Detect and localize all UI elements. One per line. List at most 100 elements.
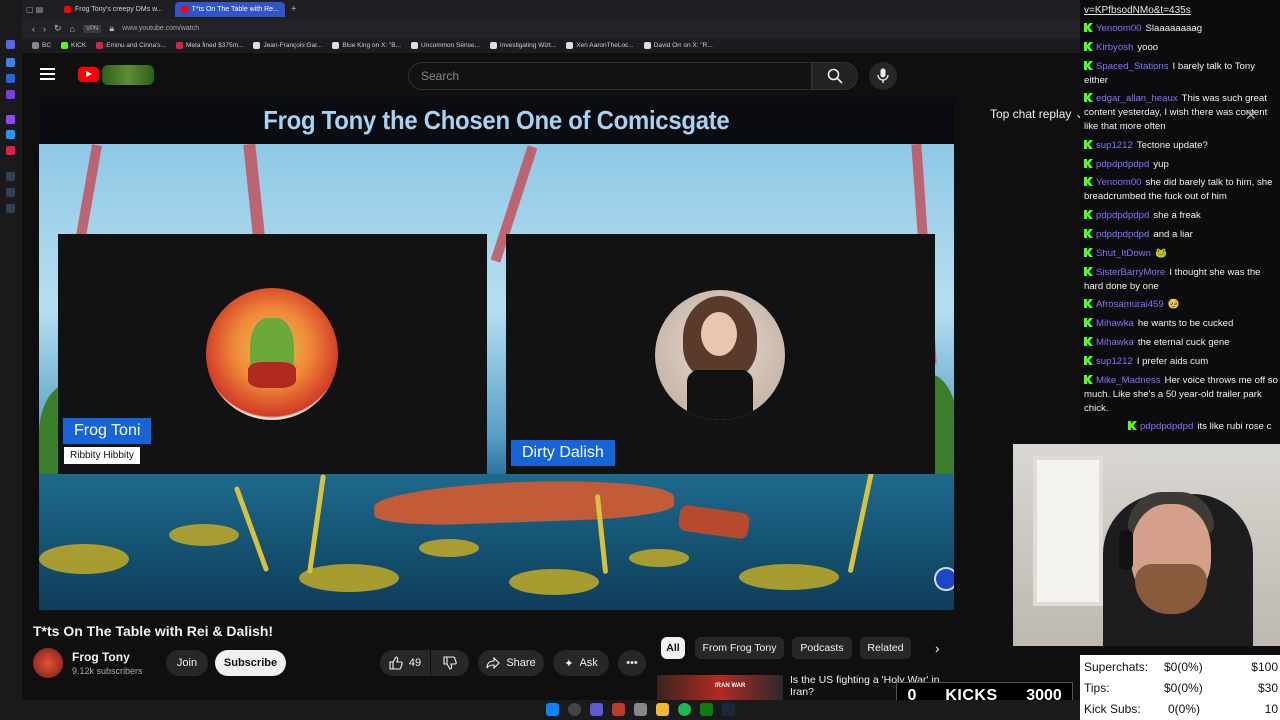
ask-button[interactable]: ✦ Ask [553, 650, 609, 676]
chat-message: Yenoom00 Slaaaaaaaag [1084, 22, 1280, 36]
window-controls-icon[interactable]: ▢ ▤ [26, 5, 52, 14]
share-button[interactable]: Share [478, 650, 544, 676]
stat-row-kick-subs: Kick Subs: 0(0%) 10 [1084, 702, 1278, 716]
home-icon[interactable]: ⌂ [70, 24, 75, 34]
new-tab-icon[interactable]: + [291, 4, 297, 15]
address-bar: ‹ › ↻ ⌂ VPN 🔒︎ www.youtube.com/watch [22, 19, 1080, 38]
app-icon[interactable] [6, 172, 15, 181]
spotify-icon[interactable] [678, 703, 691, 716]
search-button[interactable] [812, 62, 858, 90]
menu-icon[interactable] [40, 68, 55, 80]
join-button[interactable]: Join [166, 650, 208, 676]
bookmark-item[interactable]: Investigating Wizt... [489, 42, 556, 49]
bookmark-item[interactable]: KICK [61, 42, 86, 49]
bookmark-item[interactable]: Xen AaronTheLoc... [566, 42, 634, 49]
chat-username[interactable]: pdpdpdpdpd [1096, 229, 1149, 240]
chat-username[interactable]: Mihawka [1096, 337, 1134, 348]
chat-username[interactable]: edgar_allan_heaux [1096, 93, 1178, 104]
reload-icon[interactable]: ↻ [54, 23, 62, 34]
app-icon[interactable] [6, 146, 15, 155]
search-input[interactable]: Search [408, 62, 812, 90]
chip-related[interactable]: Related [860, 637, 911, 659]
browser-sidebar [0, 0, 22, 700]
chat-username[interactable]: Yenoom00 [1096, 177, 1142, 188]
lily-pad [509, 569, 599, 595]
bookmark-item[interactable]: Uncommon Sense... [411, 42, 480, 49]
chat-message: sup1212 Tectone update? [1084, 139, 1280, 153]
channel-name[interactable]: Frog Tony [72, 650, 130, 664]
chat-username[interactable]: Afrosamurai459 [1096, 299, 1164, 310]
lock-icon: 🔒︎ [109, 23, 115, 33]
chat-username[interactable]: pdpdpdpdpd [1096, 159, 1149, 170]
youtube-doodle-logo[interactable] [102, 65, 154, 85]
kick-badge-icon [1084, 375, 1093, 384]
bookmark-item[interactable]: Blue King on X: "B... [332, 42, 401, 49]
chip-podcasts[interactable]: Podcasts [792, 637, 852, 659]
steam-icon[interactable] [722, 703, 735, 716]
x-icon [643, 42, 651, 49]
bookmark-item[interactable]: Jean-François Gar... [253, 42, 322, 49]
youtube-header: Search [22, 53, 1080, 97]
dislike-button[interactable] [431, 650, 469, 676]
x-icon [566, 42, 574, 49]
x-icon [253, 42, 261, 49]
messenger-icon[interactable] [6, 58, 15, 67]
app-icon[interactable] [6, 115, 15, 124]
chat-username[interactable]: SisterBarryMore [1096, 267, 1165, 278]
chat-replay-dropdown[interactable]: Top chat replay ⌄ [990, 107, 1085, 121]
chat-username[interactable]: sup1212 [1096, 140, 1133, 151]
browser-icon[interactable] [612, 703, 625, 716]
youtube-logo-icon[interactable] [78, 67, 99, 82]
voice-search-button[interactable] [869, 62, 897, 90]
discord-icon[interactable] [6, 40, 15, 49]
close-icon[interactable]: ✕ [1245, 107, 1257, 124]
bookmark-item[interactable]: David Orr on X: "R... [643, 42, 713, 49]
bookmark-item[interactable]: Meta fined $375m... [175, 42, 243, 49]
chat-username[interactable]: pdpdpdpdpd [1096, 210, 1149, 221]
app-icon[interactable] [590, 703, 603, 716]
forward-icon[interactable]: › [43, 24, 46, 34]
app-icon[interactable] [6, 74, 15, 83]
app-icon[interactable] [6, 130, 15, 139]
url-field[interactable]: www.youtube.com/watch [122, 25, 199, 32]
chat-username[interactable]: Yenoom00 [1096, 23, 1142, 34]
chrome-icon[interactable] [634, 703, 647, 716]
chip-all[interactable]: All [661, 637, 685, 659]
xbox-icon[interactable] [700, 703, 713, 716]
video-player[interactable]: Frog Tony the Chosen One of Comicsgate F… [39, 97, 954, 610]
app-icon[interactable] [6, 204, 15, 213]
bookmark-item[interactable]: BC [32, 42, 51, 49]
chat-username[interactable]: Kirbyosh [1096, 42, 1133, 53]
search-icon[interactable] [568, 703, 581, 716]
lily-pad [739, 564, 839, 590]
vpn-badge[interactable]: VPN [82, 24, 102, 33]
chat-username[interactable]: pdpdpdpdpd [1140, 421, 1193, 432]
start-icon[interactable] [546, 703, 559, 716]
chat-username[interactable]: Mihawka [1096, 318, 1134, 329]
kick-badge-icon [1084, 61, 1093, 70]
kick-badge-icon [1084, 267, 1093, 276]
channel-avatar[interactable] [33, 648, 63, 678]
browser-tab-active[interactable]: T*ts On The Table with Re... [174, 2, 285, 17]
chip-from-channel[interactable]: From Frog Tony [695, 637, 784, 659]
chevron-right-icon[interactable]: › [935, 640, 940, 656]
kick-badge-icon [1084, 318, 1093, 327]
donation-stats-panel: Superchats: $0(0%) $100 Tips: $0(0%) $30… [1080, 655, 1280, 720]
chat-username[interactable]: Shut_ItDown [1096, 248, 1151, 259]
back-icon[interactable]: ‹ [32, 24, 35, 34]
chat-username[interactable]: sup1212 [1096, 356, 1133, 367]
bookmark-item[interactable]: Eminu and Cinna's... [96, 42, 166, 49]
subscribe-button[interactable]: Subscribe [215, 650, 286, 676]
chat-username[interactable]: Spaced_Stations [1096, 61, 1169, 72]
chat-username[interactable]: Mike_Madness [1096, 375, 1161, 386]
recommended-thumbnail[interactable]: IRAN WAR [657, 675, 783, 700]
stat-row-tips: Tips: $0(0%) $30 [1084, 681, 1278, 695]
app-icon[interactable] [6, 188, 15, 197]
like-button[interactable]: 49 [380, 650, 430, 676]
browser-tab[interactable]: Frog Tony's creepy DMs w... [58, 2, 169, 17]
twitch-icon[interactable] [6, 90, 15, 99]
more-actions-button[interactable]: ••• [618, 650, 646, 676]
participant-nametag-left: Frog Toni [63, 418, 152, 444]
folder-icon[interactable] [656, 703, 669, 716]
kick-badge-icon [1084, 299, 1093, 308]
